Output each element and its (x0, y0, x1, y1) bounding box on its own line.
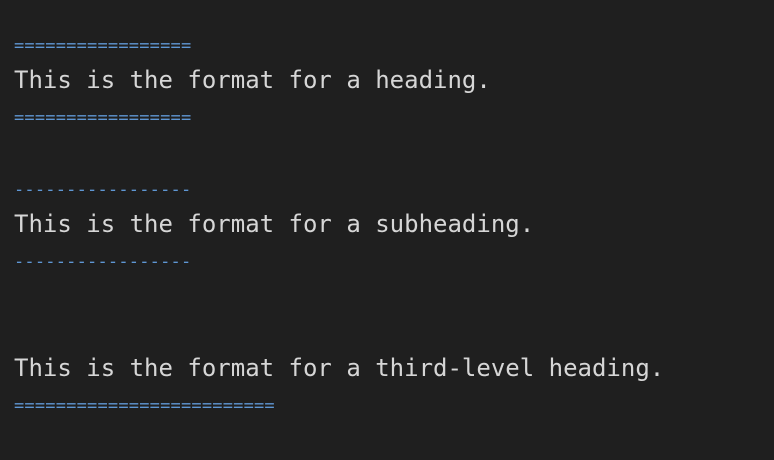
heading-text: This is the format for a heading. (14, 66, 491, 94)
heading-rule-bottom: ================= (14, 108, 192, 128)
third-level-heading-rule: ========================= (14, 396, 275, 416)
subheading-rule-top: ----------------- (14, 180, 192, 200)
subheading-rule-bottom: ----------------- (14, 252, 192, 272)
text-editor[interactable]: ================= This is the format for… (0, 0, 774, 460)
heading-rule-top: ================= (14, 36, 192, 56)
third-level-heading-text: This is the format for a third-level hea… (14, 354, 665, 382)
subheading-text: This is the format for a subheading. (14, 210, 535, 238)
